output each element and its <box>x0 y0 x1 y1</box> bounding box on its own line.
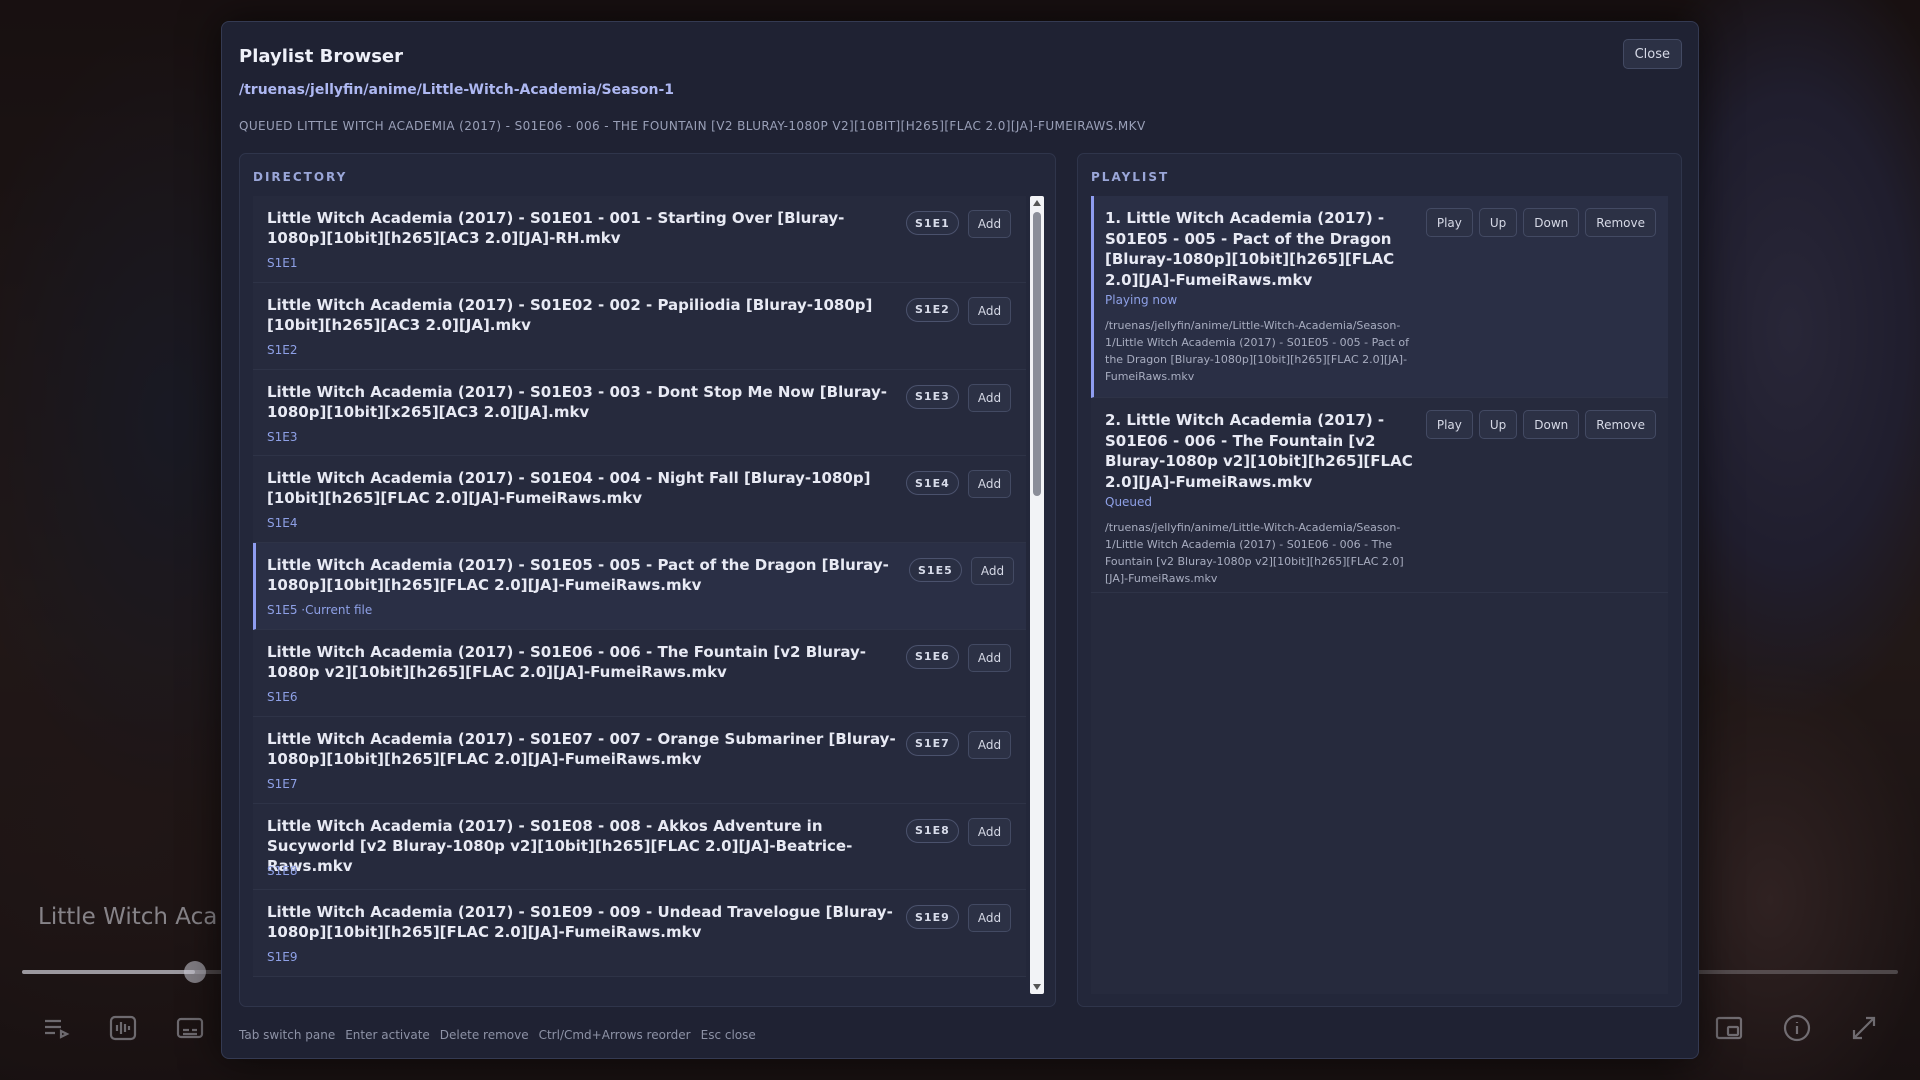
current-directory-path: /truenas/jellyfin/anime/Little-Witch-Aca… <box>239 82 675 98</box>
keyboard-hint: Enter activate <box>345 1028 430 1042</box>
keyboard-hint: Ctrl/Cmd+Arrows reorder <box>538 1028 691 1042</box>
playlist-item-actions: Play Up Down Remove <box>1425 410 1656 439</box>
playlist-item-path: /truenas/jellyfin/anime/Little-Witch-Aca… <box>1105 521 1404 585</box>
status-message: QUEUED LITTLE WITCH ACADEMIA (2017) - S0… <box>239 119 1146 133</box>
directory-pane: DIRECTORY Little Witch Academia (2017) -… <box>239 153 1056 1007</box>
directory-scrollbar[interactable] <box>1030 196 1044 994</box>
directory-item[interactable]: Little Witch Academia (2017) - S01E01 - … <box>253 196 1026 283</box>
add-button[interactable]: Add <box>968 210 1011 238</box>
episode-badge: S1E8 <box>906 818 959 843</box>
move-down-button[interactable]: Down <box>1523 410 1580 439</box>
directory-item-episode: S1E5 ·Current file <box>267 603 373 618</box>
keyboard-hint: Esc close <box>700 1028 756 1042</box>
episode-badge: S1E9 <box>906 905 959 930</box>
directory-item-episode: S1E7 <box>267 776 298 791</box>
directory-item-name: Little Witch Academia (2017) - S01E01 - … <box>267 209 845 247</box>
playlist-pane-label: PLAYLIST <box>1091 170 1170 184</box>
directory-item-name: Little Witch Academia (2017) - S01E07 - … <box>267 729 896 768</box>
close-button[interactable]: Close <box>1622 39 1682 69</box>
episode-badge: S1E4 <box>906 471 959 496</box>
add-button[interactable]: Add <box>971 557 1014 586</box>
directory-item-episode: S1E4 <box>267 516 298 531</box>
seek-bar-handle[interactable] <box>183 961 206 983</box>
scroll-up-arrow[interactable] <box>1033 200 1041 206</box>
remove-button[interactable]: Remove <box>1585 208 1656 237</box>
play-button[interactable]: Play <box>1425 410 1473 439</box>
playlist-item-name: 2. Little Witch Academia (2017) - S01E06… <box>1105 411 1413 491</box>
add-button[interactable]: Add <box>968 296 1011 325</box>
add-button[interactable]: Add <box>968 643 1011 672</box>
play-button[interactable]: Play <box>1425 208 1473 237</box>
directory-item-name: Little Witch Academia (2017) - S01E08 - … <box>267 816 853 875</box>
directory-item[interactable]: Little Witch Academia (2017) - S01E06 - … <box>253 629 1026 717</box>
episode-badge: S1E3 <box>906 384 959 409</box>
directory-item[interactable]: Little Witch Academia (2017) - S01E09 - … <box>253 890 1026 978</box>
playlist-item-name: 1. Little Witch Academia (2017) - S01E05… <box>1105 209 1395 289</box>
move-down-button[interactable]: Down <box>1523 208 1580 237</box>
playlist-item-state: Queued <box>1105 495 1153 509</box>
audio-track-icon[interactable] <box>107 1012 139 1044</box>
directory-scrollbar-thumb[interactable] <box>1033 212 1041 496</box>
directory-item-episode: S1E3 <box>267 429 298 444</box>
directory-item-episode: S1E9 <box>267 950 298 965</box>
move-up-button[interactable]: Up <box>1478 208 1518 237</box>
episode-badge: S1E2 <box>906 297 959 322</box>
directory-item-name: Little Witch Academia (2017) - S01E02 - … <box>267 295 873 334</box>
directory-item[interactable]: Little Witch Academia (2017) - S01E07 - … <box>253 716 1026 804</box>
playlist-item-actions: Play Up Down Remove <box>1425 208 1656 237</box>
playlist-item[interactable]: 2. Little Witch Academia (2017) - S01E06… <box>1091 398 1668 593</box>
move-up-button[interactable]: Up <box>1478 410 1518 439</box>
video-title: Little Witch Academia (2017) - S01E05 - … <box>38 904 218 930</box>
directory-item-name: Little Witch Academia (2017) - S01E03 - … <box>267 382 887 421</box>
episode-badge: S1E7 <box>906 731 959 756</box>
add-button[interactable]: Add <box>968 904 1011 933</box>
directory-list[interactable]: Little Witch Academia (2017) - S01E01 - … <box>253 196 1026 994</box>
directory-item-name: Little Witch Academia (2017) - S01E04 - … <box>267 469 871 508</box>
episode-badge: S1E1 <box>906 211 959 235</box>
directory-item-episode: S1E2 <box>267 342 298 357</box>
add-button[interactable]: Add <box>968 383 1011 412</box>
scroll-down-arrow[interactable] <box>1033 984 1041 990</box>
directory-item[interactable]: Little Witch Academia (2017) - S01E08 - … <box>253 803 1026 891</box>
subtitles-icon[interactable] <box>174 1012 206 1044</box>
modal-title: Playlist Browser <box>239 46 404 67</box>
playlist-item-path: /truenas/jellyfin/anime/Little-Witch-Aca… <box>1105 319 1409 383</box>
directory-item-episode: S1E6 <box>267 689 298 704</box>
playlist-browser-modal: Playlist Browser Close /truenas/jellyfin… <box>221 21 1699 1059</box>
playlist-list[interactable]: 1. Little Witch Academia (2017) - S01E05… <box>1091 196 1668 994</box>
episode-badge: S1E5 <box>909 558 962 583</box>
fullscreen-icon[interactable] <box>1848 1012 1880 1044</box>
playlist-icon[interactable] <box>40 1012 72 1044</box>
remove-button[interactable]: Remove <box>1585 410 1656 439</box>
directory-item-name: Little Witch Academia (2017) - S01E06 - … <box>267 642 867 681</box>
directory-item[interactable]: Little Witch Academia (2017) - S01E03 - … <box>253 369 1026 457</box>
directory-item-episode: S1E8 <box>267 863 298 878</box>
episode-badge: S1E6 <box>906 644 959 669</box>
seek-bar-fill <box>22 970 195 974</box>
playlist-item-state: Playing now <box>1105 293 1178 307</box>
directory-item-episode: S1E1 <box>267 256 298 270</box>
picture-in-picture-icon[interactable] <box>1713 1012 1745 1044</box>
add-button[interactable]: Add <box>968 470 1011 499</box>
keyboard-hint: Tab switch pane <box>239 1028 336 1042</box>
keyboard-hint: Delete remove <box>439 1028 529 1042</box>
directory-item-name: Little Witch Academia (2017) - S01E09 - … <box>267 903 893 942</box>
keyboard-hints: Tab switch pane Enter activate Delete remo… <box>239 1028 756 1042</box>
directory-item-name: Little Witch Academia (2017) - S01E05 - … <box>267 556 889 595</box>
directory-item[interactable]: Little Witch Academia (2017) - S01E02 - … <box>253 282 1026 370</box>
add-button[interactable]: Add <box>968 817 1011 846</box>
directory-item[interactable]: Little Witch Academia (2017) - S01E04 - … <box>253 456 1026 544</box>
directory-item[interactable]: Little Witch Academia (2017) - S01E05 - … <box>253 543 1026 630</box>
directory-pane-label: DIRECTORY <box>253 170 348 184</box>
info-icon[interactable] <box>1781 1012 1813 1044</box>
playlist-pane: PLAYLIST 1. Little Witch Academia (2017)… <box>1077 153 1682 1007</box>
add-button[interactable]: Add <box>968 730 1011 759</box>
playlist-item[interactable]: 1. Little Witch Academia (2017) - S01E05… <box>1091 196 1668 398</box>
